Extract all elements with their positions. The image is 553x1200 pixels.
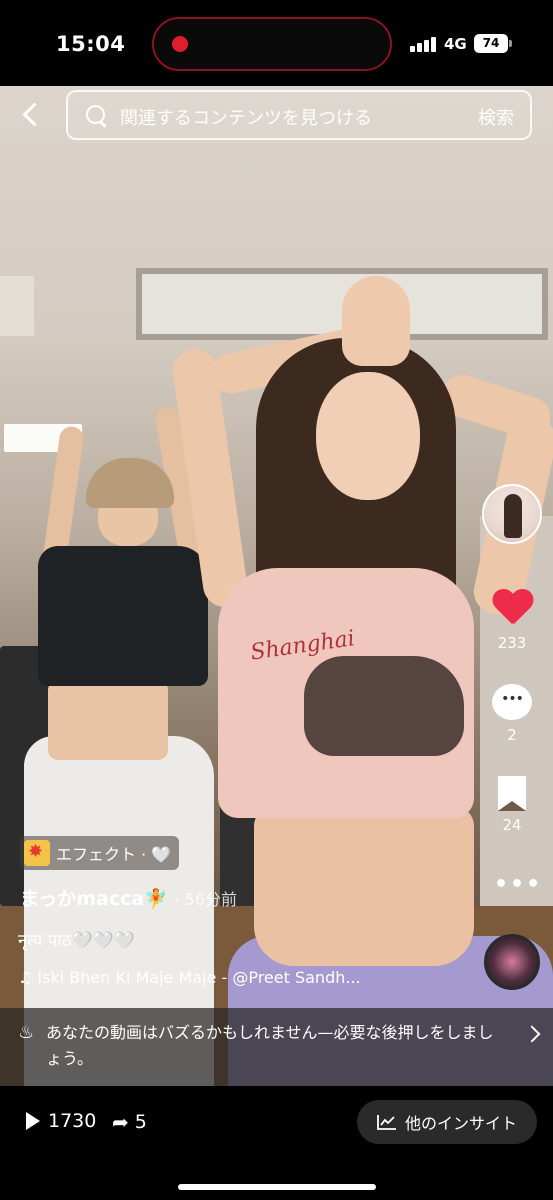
signal-strength-icon bbox=[410, 36, 438, 52]
post-time: · 56分前 bbox=[174, 890, 238, 909]
caption: नृत्य पाठ🤍🤍🤍 bbox=[18, 931, 136, 951]
save-count: 24 bbox=[502, 816, 522, 834]
comment-icon[interactable] bbox=[492, 684, 532, 720]
more-options-icon[interactable]: ••• bbox=[494, 872, 542, 897]
dancer-right-torso bbox=[254, 806, 474, 966]
creator-avatar[interactable] bbox=[482, 484, 542, 544]
dancer-right-hands bbox=[342, 276, 410, 366]
ceiling-panel bbox=[0, 276, 34, 336]
shares-stat: ➦ 5 bbox=[112, 1110, 147, 1134]
share-count: 5 bbox=[134, 1111, 147, 1133]
fire-icon: ♨ bbox=[18, 1022, 35, 1043]
views-stat: 1730 bbox=[26, 1110, 96, 1132]
battery-cap bbox=[509, 40, 512, 47]
recording-indicator-icon bbox=[172, 36, 188, 52]
insights-button[interactable]: 他のインサイト bbox=[357, 1100, 537, 1144]
dancer-left-torso bbox=[48, 680, 168, 760]
effect-tag[interactable]: エフェクト · 🤍 bbox=[20, 836, 180, 870]
status-bar: 15:04 4G 74 bbox=[0, 0, 553, 86]
effect-label: エフェクト · 🤍 bbox=[56, 845, 172, 864]
share-arrow-icon: ➦ bbox=[112, 1110, 129, 1134]
chevron-right-icon bbox=[523, 1025, 541, 1043]
back-button[interactable] bbox=[18, 100, 46, 132]
username[interactable]: まっかmacca🧚 bbox=[20, 888, 168, 910]
promote-banner-text: あなたの動画はバズるかもしれません—必要な後押しをしましょう。 bbox=[46, 1023, 494, 1068]
comment-count: 2 bbox=[507, 726, 517, 744]
heart-icon[interactable] bbox=[492, 590, 532, 626]
home-indicator[interactable] bbox=[178, 1184, 376, 1190]
username-line: まっかmacca🧚 · 56分前 bbox=[20, 884, 237, 911]
search-button[interactable]: 検索 bbox=[478, 104, 514, 130]
music-disc-icon[interactable] bbox=[484, 934, 540, 990]
dynamic-island[interactable] bbox=[152, 17, 392, 71]
insights-label: 他のインサイト bbox=[404, 1114, 517, 1133]
search-icon bbox=[86, 105, 108, 127]
dancer-right-face bbox=[316, 372, 420, 500]
trend-chart-icon bbox=[377, 1115, 396, 1130]
dancer-left-cap bbox=[86, 458, 174, 508]
battery-icon: 74 bbox=[474, 34, 508, 53]
like-count: 233 bbox=[497, 634, 527, 652]
bottom-bar: 1730 ➦ 5 他のインサイト bbox=[0, 1086, 553, 1200]
music-track[interactable]: ♫ Iski Bhen Ki Maje Maje - @Preet Sandh.… bbox=[18, 968, 418, 987]
bookmark-icon[interactable] bbox=[498, 776, 526, 811]
view-count: 1730 bbox=[48, 1110, 97, 1132]
play-icon bbox=[26, 1112, 40, 1130]
network-type: 4G bbox=[444, 35, 467, 53]
search-bar[interactable]: 関連するコンテンツを見つける 検索 bbox=[66, 90, 532, 140]
effect-icon bbox=[24, 840, 50, 866]
promote-banner[interactable]: ♨ あなたの動画はバズるかもしれません—必要な後押しをしましょう。 bbox=[0, 1008, 553, 1086]
search-input[interactable]: 関連するコンテンツを見つける bbox=[120, 104, 372, 130]
dancer-left-top bbox=[38, 546, 208, 686]
clock-time: 15:04 bbox=[56, 32, 126, 56]
shirt-cat-print bbox=[304, 656, 464, 756]
